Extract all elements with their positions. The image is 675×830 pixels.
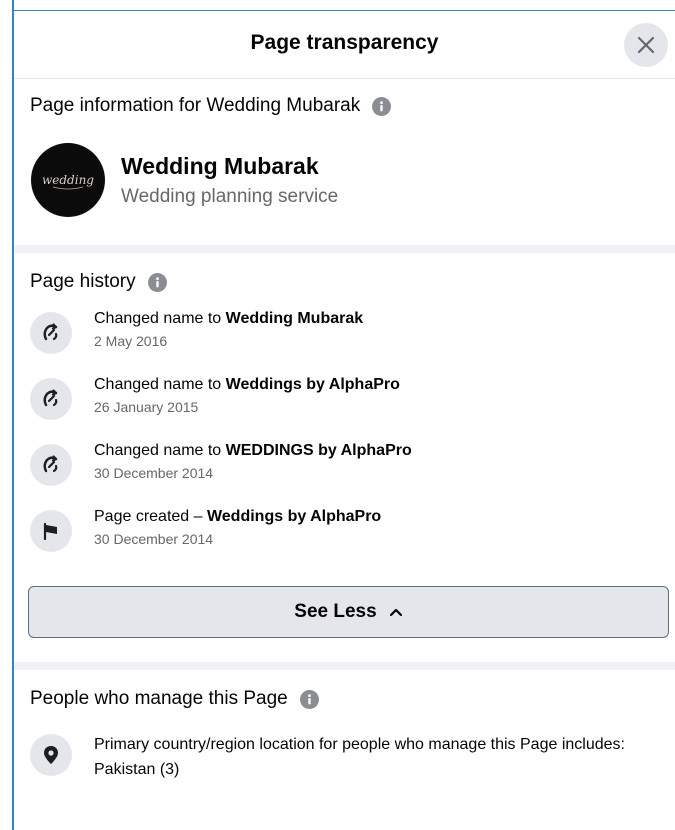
wedding-logo-icon: wedding — [42, 173, 94, 190]
history-event-name: Weddings by AlphaPro — [206, 508, 382, 525]
history-event: Changed name to Weddings by AlphaPro — [94, 376, 400, 393]
screen: Page transparency Page information for W… — [0, 0, 675, 830]
page-transparency-dialog: Page transparency Page information for W… — [14, 11, 675, 830]
page-history-heading-row: Page history — [30, 271, 659, 293]
history-date: 2 May 2016 — [94, 333, 168, 349]
info-glyph-icon — [307, 693, 311, 704]
avatar-text: wedding — [42, 173, 94, 187]
page-identity[interactable]: wedding Wedding Mubarak Wedding planning… — [31, 143, 659, 217]
page-info-heading: Page information for Wedding Mubarak — [30, 95, 361, 116]
manager-location-text: Primary country/region location for peop… — [94, 734, 625, 780]
history-text: Page created – Weddings by AlphaPro 30 D… — [94, 508, 381, 547]
name-change-icon — [30, 444, 72, 486]
history-text: Changed name to Weddings by AlphaPro 26 … — [94, 376, 400, 415]
page-history-section: Page history Changed name to Wedding Mub… — [14, 253, 675, 662]
info-icon[interactable] — [299, 689, 319, 709]
section-divider — [14, 245, 675, 253]
history-event: Page created – Weddings by AlphaPro — [94, 508, 382, 525]
history-event-name: WEDDINGS by AlphaPro — [225, 442, 412, 459]
manager-location-description: Primary country/region location for peop… — [94, 736, 625, 753]
page-text: Wedding Mubarak Wedding planning service — [121, 153, 338, 208]
history-date: 26 January 2015 — [94, 399, 199, 415]
page-name[interactable]: Wedding Mubarak — [121, 153, 338, 180]
managers-heading: People who manage this Page — [30, 688, 288, 709]
see-less-label: See Less — [294, 601, 377, 622]
history-text: Changed name to Wedding Mubarak 2 May 20… — [94, 310, 363, 349]
dialog-header: Page transparency — [14, 11, 675, 79]
section-divider — [14, 662, 675, 670]
page-info-heading-row: Page information for Wedding Mubarak — [30, 95, 659, 117]
info-icon[interactable] — [147, 272, 167, 292]
history-date: 30 December 2014 — [94, 531, 214, 547]
history-event-name: Weddings by AlphaPro — [225, 376, 400, 393]
history-item: Changed name to Wedding Mubarak 2 May 20… — [30, 309, 659, 375]
location-pin-icon — [30, 734, 72, 776]
history-event: Changed name to WEDDINGS by AlphaPro — [94, 442, 412, 459]
manager-location-row: Primary country/region location for peop… — [30, 734, 659, 780]
history-event-name: Wedding Mubarak — [225, 310, 364, 327]
history-item: Changed name to WEDDINGS by AlphaPro 30 … — [30, 441, 659, 507]
page-info-section: Page information for Wedding Mubarak wed… — [14, 79, 675, 245]
manager-country: Pakistan (3) — [94, 761, 180, 778]
managers-section: People who manage this Page Primary coun… — [14, 670, 675, 830]
close-icon — [637, 36, 655, 54]
flag-icon — [30, 510, 72, 552]
info-glyph-icon — [380, 100, 384, 111]
chevron-up-icon — [389, 608, 402, 617]
dialog-title: Page transparency — [250, 31, 439, 54]
history-item: Page created – Weddings by AlphaPro 30 D… — [30, 507, 659, 573]
name-change-icon — [30, 378, 72, 420]
history-text: Changed name to WEDDINGS by AlphaPro 30 … — [94, 442, 412, 481]
close-button[interactable] — [624, 23, 668, 67]
name-change-icon — [30, 312, 72, 354]
managers-heading-row: People who manage this Page — [30, 688, 659, 710]
history-item: Changed name to Weddings by AlphaPro 26 … — [30, 375, 659, 441]
page-category: Wedding planning service — [121, 185, 339, 207]
info-icon[interactable] — [372, 96, 392, 116]
history-event: Changed name to Wedding Mubarak — [94, 310, 364, 327]
avatar[interactable]: wedding — [31, 143, 105, 217]
history-date: 30 December 2014 — [94, 465, 214, 481]
info-glyph-icon — [155, 276, 159, 287]
page-history-heading: Page history — [30, 271, 136, 292]
see-less-button[interactable]: See Less — [28, 586, 669, 638]
history-list: Changed name to Wedding Mubarak 2 May 20… — [30, 309, 659, 573]
